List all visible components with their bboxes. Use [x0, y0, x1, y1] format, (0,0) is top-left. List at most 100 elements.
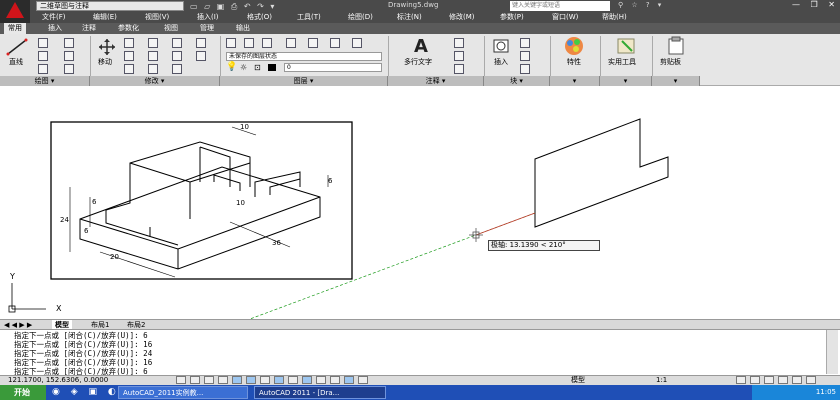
create-block-icon[interactable]	[520, 38, 530, 48]
status-menu-icon[interactable]	[792, 376, 802, 384]
menu-tools[interactable]: 工具(T)	[297, 12, 321, 23]
workspace-selector[interactable]: 二维草图与注释	[36, 1, 184, 11]
offset-icon[interactable]	[196, 51, 206, 61]
hatch-icon[interactable]	[64, 51, 74, 61]
clean-screen-icon[interactable]	[806, 376, 816, 384]
text-tool-icon[interactable]: A	[414, 36, 428, 57]
layer-lock-icon[interactable]	[352, 38, 362, 48]
taskbar-item-autocad[interactable]: AutoCAD 2011 - [Dra...	[254, 386, 386, 399]
quick-properties-toggle[interactable]	[344, 376, 354, 384]
tab-view[interactable]: 视图	[160, 23, 182, 34]
ducs-toggle[interactable]	[288, 376, 298, 384]
osnap-toggle[interactable]	[246, 376, 256, 384]
arc-icon[interactable]	[38, 64, 48, 74]
3d-osnap-toggle[interactable]	[260, 376, 270, 384]
rotate-icon[interactable]	[124, 38, 134, 48]
lock-icon[interactable]	[750, 376, 760, 384]
tab-output[interactable]: 输出	[232, 23, 254, 34]
stretch-icon[interactable]	[124, 64, 134, 74]
mirror-icon[interactable]	[148, 51, 158, 61]
linear-dimension-icon[interactable]	[454, 38, 464, 48]
panel-clipboard-footer[interactable]: ▾	[652, 76, 700, 86]
window-controls[interactable]: — ❐ ✕	[792, 0, 839, 9]
menu-edit[interactable]: 编辑(E)	[93, 12, 117, 23]
hardware-acceleration-icon[interactable]	[764, 376, 774, 384]
layer-isolate-icon[interactable]	[308, 38, 318, 48]
panel-modify-title[interactable]: 修改 ▾	[90, 76, 220, 86]
polyline-icon[interactable]	[38, 38, 48, 48]
panel-block-title[interactable]: 块 ▾	[484, 76, 550, 86]
search-input[interactable]: 键入关键字或短语	[510, 1, 610, 11]
transparency-toggle[interactable]	[330, 376, 340, 384]
taskbar-item-tutorial[interactable]: AutoCAD_2011实例教...	[118, 386, 248, 399]
draw-more-icon[interactable]	[64, 64, 74, 74]
layer-off-icon[interactable]	[286, 38, 296, 48]
move-tool-icon[interactable]	[98, 38, 116, 56]
tab-home[interactable]: 常用	[4, 23, 26, 34]
start-button[interactable]: 开始	[0, 385, 46, 400]
explode-icon[interactable]	[196, 38, 206, 48]
command-window[interactable]: 指定下一点或 [闭合(C)/放弃(U)]: 6 指定下一点或 [闭合(C)/放弃…	[0, 329, 840, 376]
grid-toggle[interactable]	[204, 376, 214, 384]
properties-palette-icon[interactable]	[562, 36, 586, 56]
tab-parametric[interactable]: 参数化	[114, 23, 143, 34]
ortho-toggle[interactable]	[218, 376, 228, 384]
isolate-objects-icon[interactable]	[778, 376, 788, 384]
workspace-switch-icon[interactable]	[736, 376, 746, 384]
layer-dropdown[interactable]: 0	[284, 63, 382, 72]
menu-format[interactable]: 格式(O)	[247, 12, 272, 23]
infocenter-icons[interactable]: ⚲ ☆ ? ▾	[618, 1, 664, 9]
tab-annotate[interactable]: 注释	[78, 23, 100, 34]
fillet-icon[interactable]	[172, 51, 182, 61]
circle-icon[interactable]	[38, 51, 48, 61]
layer-freeze-icon[interactable]	[330, 38, 340, 48]
layer-match-icon[interactable]	[262, 38, 272, 48]
trim-icon[interactable]	[148, 38, 158, 48]
line-tool-icon[interactable]	[6, 38, 28, 56]
copy-icon[interactable]	[124, 51, 134, 61]
application-menu-button[interactable]	[0, 0, 30, 24]
dyn-toggle[interactable]	[302, 376, 312, 384]
drawing-canvas[interactable]: 10 6 24 6 10 20 36 6 Y X	[0, 87, 840, 319]
layer-icon[interactable]	[244, 38, 254, 48]
menu-view[interactable]: 视图(V)	[145, 12, 169, 23]
menu-window[interactable]: 窗口(W)	[552, 12, 578, 23]
model-space-button[interactable]: 模型	[571, 375, 585, 385]
tab-insert[interactable]: 插入	[44, 23, 66, 34]
menu-modify[interactable]: 修改(M)	[449, 12, 475, 23]
menu-dimension[interactable]: 标注(N)	[397, 12, 422, 23]
utilities-icon[interactable]	[614, 36, 638, 56]
command-scrollbar[interactable]	[826, 330, 838, 374]
annotation-scale[interactable]: 1:1	[656, 375, 667, 385]
menu-parametric[interactable]: 参数(P)	[500, 12, 524, 23]
polar-toggle[interactable]	[232, 376, 242, 384]
lineweight-toggle[interactable]	[316, 376, 326, 384]
tab-manage[interactable]: 管理	[196, 23, 218, 34]
snap-toggle[interactable]	[190, 376, 200, 384]
rectangle-icon[interactable]	[64, 38, 74, 48]
panel-draw-title[interactable]: 绘图 ▾	[0, 76, 90, 86]
menu-draw[interactable]: 绘图(D)	[348, 12, 373, 23]
menu-file[interactable]: 文件(F)	[42, 12, 66, 23]
insert-block-icon[interactable]	[492, 38, 512, 56]
menu-help[interactable]: 帮助(H)	[602, 12, 627, 23]
table-icon[interactable]	[454, 64, 464, 74]
panel-utilities-footer[interactable]: ▾	[600, 76, 652, 86]
panel-properties-footer[interactable]: ▾	[550, 76, 600, 86]
quick-access-toolbar[interactable]: ▭ ▱ ▣ ⎙ ↶ ↷ ▾	[190, 2, 276, 12]
panel-annotation-title[interactable]: 注释 ▾	[388, 76, 484, 86]
menu-insert[interactable]: 插入(I)	[197, 12, 219, 23]
infer-constraints-toggle[interactable]	[176, 376, 186, 384]
panel-layers-title[interactable]: 图层 ▾	[220, 76, 388, 86]
layer-properties-icon[interactable]	[226, 38, 236, 48]
otrack-toggle[interactable]	[274, 376, 284, 384]
erase-icon[interactable]	[172, 38, 182, 48]
edit-block-icon[interactable]	[520, 51, 530, 61]
selection-cycling-toggle[interactable]	[358, 376, 368, 384]
block-attribute-icon[interactable]	[520, 64, 530, 74]
scale-icon[interactable]	[148, 64, 158, 74]
leader-icon[interactable]	[454, 51, 464, 61]
array-icon[interactable]	[172, 64, 182, 74]
quick-launch-icons[interactable]: ◉ ◈ ▣ ◐	[52, 387, 120, 397]
clipboard-icon[interactable]	[666, 36, 688, 56]
